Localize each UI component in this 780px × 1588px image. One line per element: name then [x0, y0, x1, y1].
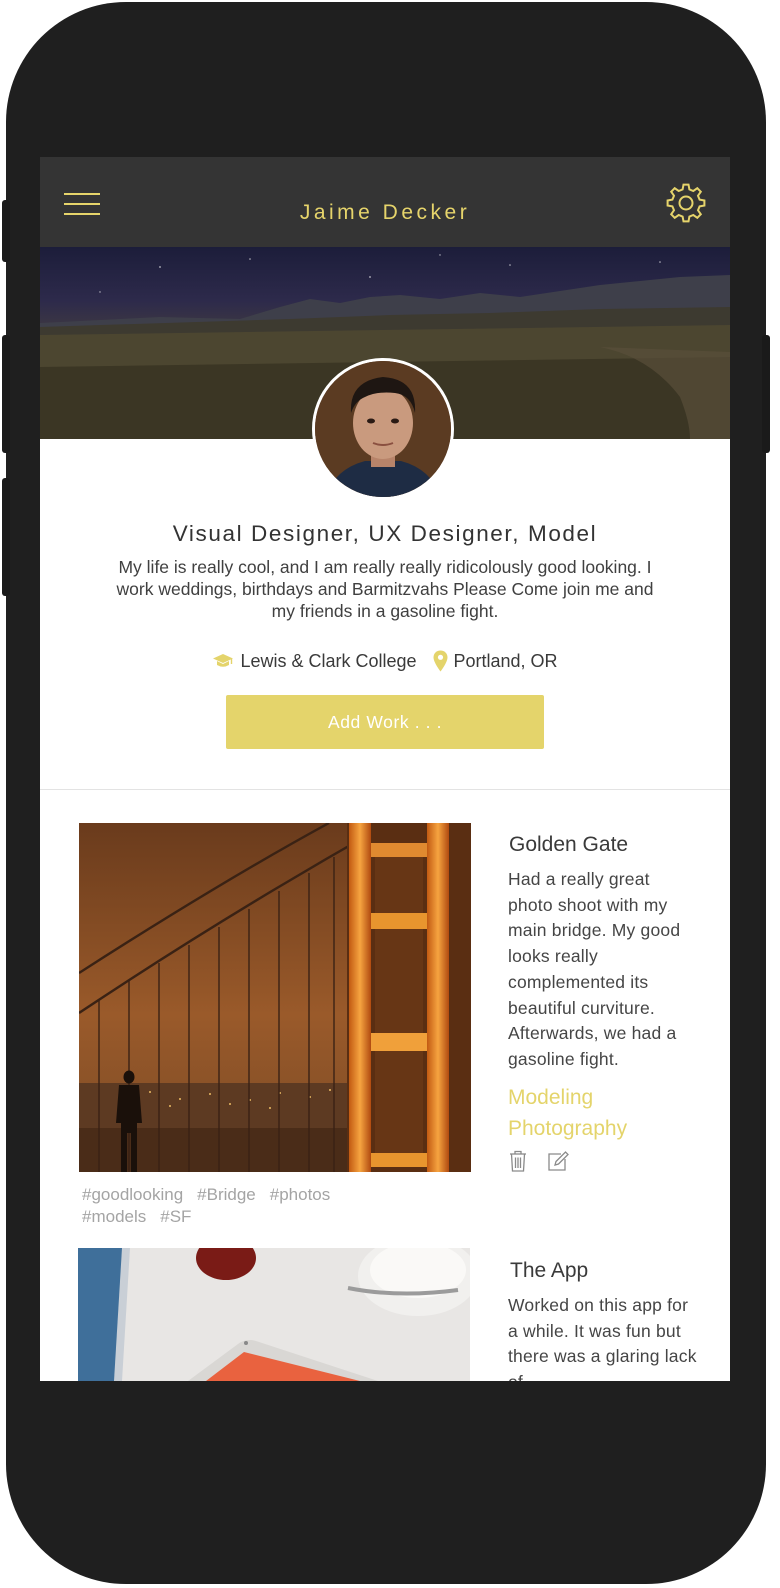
work-description: Had a really great photo shoot with my m…: [508, 869, 681, 1069]
work-image-golden-gate[interactable]: [79, 823, 471, 1172]
tag[interactable]: #photos: [270, 1185, 331, 1204]
profile-headline: Visual Designer, UX Designer, Model: [172, 521, 598, 546]
school-name: Lewis & Clark College: [240, 650, 417, 671]
phone-mute-switch: [2, 200, 10, 262]
section-divider: [40, 789, 730, 790]
top-bar: Jaime Decker: [40, 157, 730, 247]
work-image-the-app[interactable]: [78, 1248, 470, 1381]
profile-meta: Lewis & Clark College Portland, OR: [40, 647, 730, 675]
edit-icon[interactable]: [547, 1151, 569, 1171]
work-title[interactable]: The App: [510, 1259, 588, 1283]
profile-bio: My life is really cool, and I am really …: [116, 557, 654, 621]
work-description: Worked on this app for a while. It was f…: [508, 1295, 697, 1381]
trash-icon[interactable]: [509, 1150, 527, 1172]
tag[interactable]: #Bridge: [197, 1185, 256, 1204]
work-title[interactable]: Golden Gate: [509, 833, 628, 857]
tag[interactable]: #SF: [160, 1207, 191, 1226]
avatar[interactable]: [312, 358, 454, 500]
gear-icon[interactable]: [666, 183, 706, 223]
school-info: Lewis & Clark College: [212, 650, 417, 672]
phone-volume-up: [2, 335, 10, 453]
work-tags: #goodlooking #Bridge #photos #models #SF: [82, 1184, 422, 1228]
phone-volume-down: [2, 478, 10, 596]
tag[interactable]: #models: [82, 1207, 146, 1226]
map-pin-icon: [433, 650, 448, 672]
tag[interactable]: #goodlooking: [82, 1185, 183, 1204]
location-name: Portland, OR: [453, 650, 558, 671]
graduation-cap-icon: [213, 654, 234, 667]
phone-power-button: [762, 335, 770, 453]
location-info: Portland, OR: [433, 650, 558, 672]
add-work-button[interactable]: Add Work . . .: [226, 695, 544, 749]
work-category[interactable]: Modeling Photography: [508, 1082, 698, 1144]
profile-name-title: Jaime Decker: [299, 201, 471, 224]
app-screen: Jaime Decker Visual Designer, UX Designe…: [40, 157, 730, 1381]
